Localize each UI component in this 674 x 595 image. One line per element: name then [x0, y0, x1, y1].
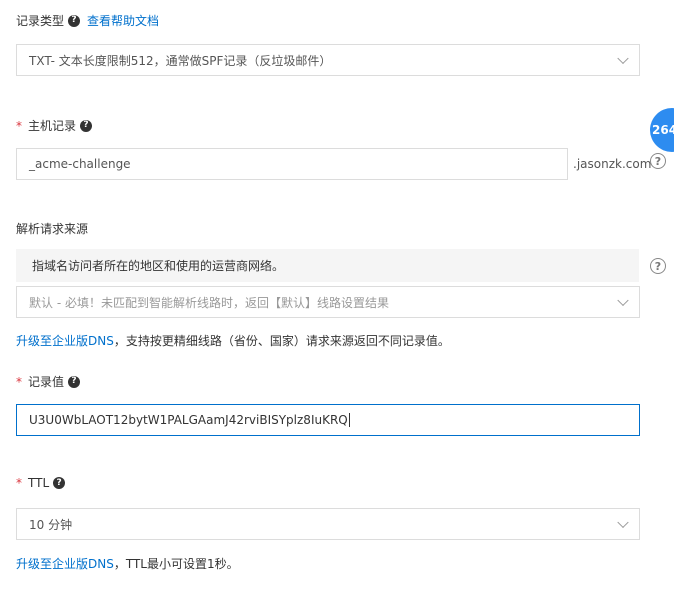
- ttl-upgrade-note: 升级至企业版DNS，TTL最小可设置1秒。: [16, 555, 239, 572]
- line-label-row: 解析请求来源: [16, 220, 88, 237]
- record-type-label: 记录类型: [16, 14, 65, 28]
- line-upgrade-text: ，支持按更精细线路（省份、国家）请求来源返回不同记录值。: [113, 334, 450, 348]
- record-value-input[interactable]: U3U0WbLAOT12bytW1PALGAamJ42rviBISYplz8Iu…: [16, 404, 640, 436]
- host-record-label: 主机记录: [28, 119, 77, 133]
- domain-suffix: .jasonzk.com: [573, 157, 652, 171]
- line-hint-box: 指域名访问者所在的地区和使用的运营商网络。: [16, 249, 639, 282]
- record-value-label: 记录值: [28, 375, 65, 389]
- record-value-help-icon[interactable]: ?: [68, 375, 81, 388]
- chevron-down-icon: [617, 294, 629, 307]
- line-hint: 指域名访问者所在的地区和使用的运营商网络。: [32, 259, 285, 273]
- host-record-label-row: * 主机记录 ?: [16, 117, 93, 134]
- notification-badge[interactable]: 264: [650, 108, 674, 152]
- host-record-help-icon[interactable]: ?: [80, 119, 93, 132]
- ttl-label-row: * TTL ?: [16, 476, 66, 490]
- required-mark: *: [16, 118, 22, 133]
- ttl-selected: 10 分钟: [29, 517, 73, 532]
- upgrade-enterprise-link[interactable]: 升级至企业版DNS: [16, 334, 114, 348]
- chevron-down-icon: [617, 516, 629, 529]
- line-select[interactable]: 默认 - 必填！未匹配到智能解析线路时，返回【默认】线路设置结果: [16, 286, 640, 318]
- line-question-icon[interactable]: ?: [650, 258, 666, 274]
- line-label: 解析请求来源: [16, 222, 89, 236]
- ttl-select[interactable]: 10 分钟: [16, 508, 640, 540]
- record-type-help-icon[interactable]: ?: [68, 14, 81, 27]
- record-type-selected: TXT- 文本长度限制512，通常做SPF记录（反垃圾邮件）: [29, 53, 332, 68]
- chevron-down-icon: [617, 52, 629, 65]
- record-type-label-row: 记录类型 ? 查看帮助文档: [16, 12, 159, 29]
- upgrade-enterprise-link[interactable]: 升级至企业版DNS: [16, 557, 114, 571]
- ttl-label: TTL: [28, 476, 50, 490]
- record-value-text: U3U0WbLAOT12bytW1PALGAamJ42rviBISYplz8Iu…: [29, 413, 348, 427]
- record-type-select[interactable]: TXT- 文本长度限制512，通常做SPF记录（反垃圾邮件）: [16, 44, 640, 76]
- record-value-label-row: * 记录值 ?: [16, 373, 81, 390]
- host-record-value: _acme-challenge: [29, 157, 131, 171]
- text-cursor: [348, 413, 350, 427]
- required-mark: *: [16, 476, 22, 490]
- help-docs-link[interactable]: 查看帮助文档: [87, 12, 159, 29]
- line-upgrade-note: 升级至企业版DNS，支持按更精细线路（省份、国家）请求来源返回不同记录值。: [16, 332, 450, 349]
- required-mark: *: [16, 374, 22, 389]
- line-selected: 默认 - 必填！未匹配到智能解析线路时，返回【默认】线路设置结果: [29, 295, 389, 310]
- ttl-help-icon[interactable]: ?: [53, 477, 66, 489]
- host-record-question-icon[interactable]: ?: [650, 153, 666, 169]
- ttl-upgrade-text: ，TTL最小可设置1秒。: [113, 557, 239, 571]
- host-record-input[interactable]: _acme-challenge: [16, 148, 568, 180]
